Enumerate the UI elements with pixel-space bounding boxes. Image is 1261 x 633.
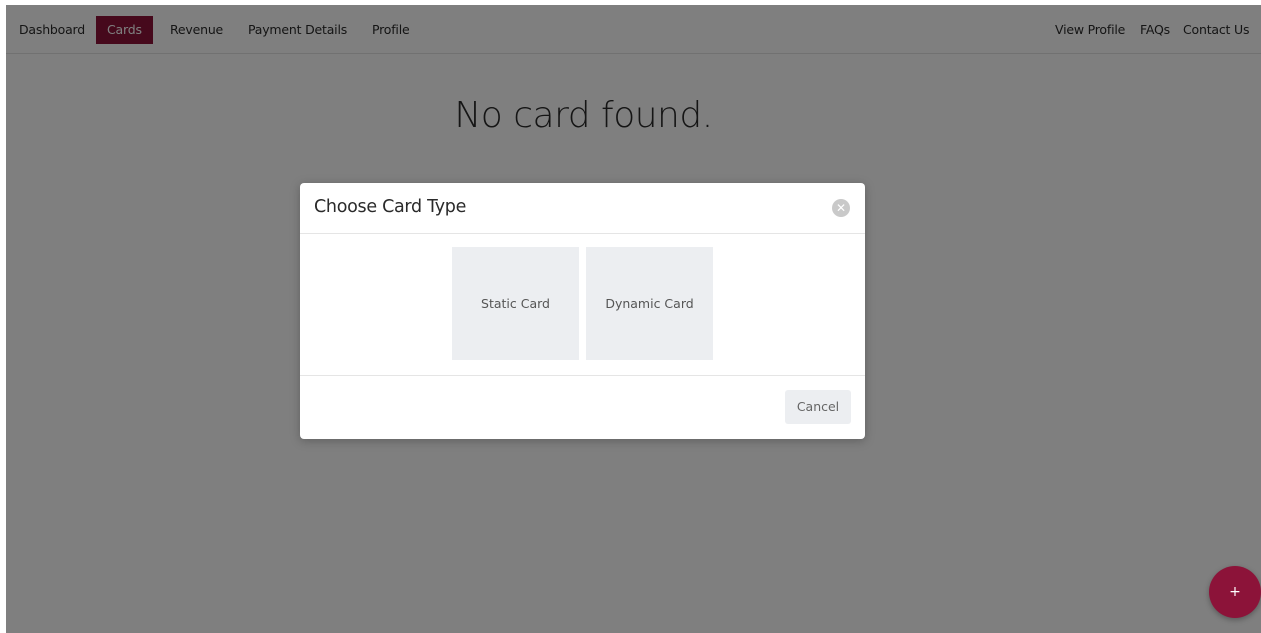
- dynamic-card-option[interactable]: Dynamic Card: [586, 247, 713, 360]
- page: Dashboard Cards Revenue Payment Details …: [0, 0, 1261, 633]
- app-window: Dashboard Cards Revenue Payment Details …: [6, 5, 1261, 633]
- modal-body: Static Card Dynamic Card: [300, 234, 865, 375]
- static-card-option[interactable]: Static Card: [452, 247, 579, 360]
- modal-title: Choose Card Type: [314, 197, 467, 217]
- cancel-button[interactable]: Cancel: [785, 390, 851, 424]
- close-icon[interactable]: ✕: [832, 199, 850, 217]
- plus-icon: +: [1229, 584, 1241, 600]
- modal-header: Choose Card Type ✕: [300, 183, 865, 234]
- add-card-fab[interactable]: +: [1209, 566, 1261, 618]
- modal-footer: Cancel: [300, 375, 865, 440]
- choose-card-type-dialog: Choose Card Type ✕ Static Card Dynamic C…: [300, 183, 865, 439]
